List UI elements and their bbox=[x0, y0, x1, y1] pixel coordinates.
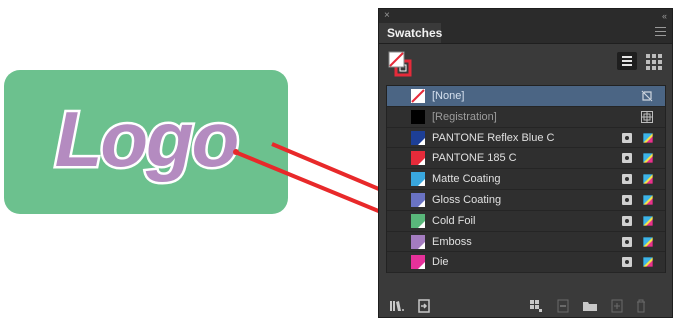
spot-icon bbox=[622, 132, 632, 143]
spot-corner-mark bbox=[418, 158, 425, 166]
place-swatches-icon[interactable] bbox=[417, 299, 431, 313]
swatch-color-chip bbox=[411, 89, 425, 103]
panel-menu-icon[interactable] bbox=[655, 27, 666, 37]
swatch-name: [None] bbox=[432, 90, 465, 102]
logo-card: Logo bbox=[4, 70, 288, 214]
swatch-libraries-icon[interactable] bbox=[389, 299, 405, 313]
swatch-name: Matte Coating bbox=[432, 173, 501, 186]
delete-swatch-icon[interactable] bbox=[635, 299, 647, 313]
list-view-icon[interactable] bbox=[617, 52, 637, 70]
swatch-row[interactable]: Cold Foil bbox=[387, 211, 665, 232]
swatch-color-chip bbox=[411, 255, 425, 270]
logo-text: Logo bbox=[55, 95, 238, 183]
spot-corner-mark bbox=[418, 262, 425, 270]
swatch-options-icon[interactable] bbox=[557, 299, 569, 313]
thumbnail-view-icon[interactable] bbox=[645, 52, 663, 70]
swatch-name: [Registration] bbox=[432, 110, 497, 123]
swatch-row[interactable]: [Registration] bbox=[387, 107, 665, 128]
swatch-name: Emboss bbox=[432, 235, 472, 248]
swatch-row[interactable]: PANTONE Reflex Blue C bbox=[387, 128, 665, 149]
cmyk-icon bbox=[642, 215, 654, 227]
swatch-row[interactable]: Gloss Coating bbox=[387, 190, 665, 211]
spot-corner-mark bbox=[418, 179, 425, 187]
cmyk-icon bbox=[642, 132, 654, 143]
panel-title-bar[interactable]: × ‹‹ bbox=[379, 9, 672, 23]
tab-swatches[interactable]: Swatches bbox=[379, 23, 442, 43]
swatch-color-chip bbox=[411, 109, 425, 124]
spot-corner-mark bbox=[418, 241, 425, 249]
swatch-name: Cold Foil bbox=[432, 214, 476, 227]
swatch-color-chip bbox=[411, 172, 425, 187]
logo-artwork: Logo bbox=[52, 93, 242, 186]
cmyk-icon bbox=[642, 153, 654, 164]
panel-footer bbox=[379, 293, 672, 319]
cmyk-icon bbox=[642, 257, 654, 268]
fill-stroke-indicator-icon[interactable] bbox=[388, 51, 412, 77]
panel-tab-bar: Swatches bbox=[379, 23, 672, 44]
cmyk-icon bbox=[642, 194, 654, 206]
swatch-row[interactable]: PANTONE 185 C bbox=[387, 148, 665, 170]
swatch-row[interactable]: Emboss bbox=[387, 232, 665, 253]
spot-icon bbox=[622, 236, 632, 247]
spot-corner-mark bbox=[418, 220, 425, 228]
swatch-name: Gloss Coating bbox=[432, 193, 502, 206]
swatch-list: [None] [Registration] PANTONE Reflex Blue … bbox=[386, 85, 666, 274]
swatch-row[interactable]: Matte Coating bbox=[387, 169, 665, 190]
swatch-color-chip bbox=[411, 234, 425, 249]
swatch-color-chip bbox=[411, 130, 425, 145]
no-print-icon bbox=[641, 90, 653, 102]
spot-icon bbox=[622, 257, 632, 268]
swatch-color-chip bbox=[411, 192, 425, 207]
cmyk-icon bbox=[642, 236, 654, 247]
new-color-group-icon[interactable] bbox=[529, 299, 543, 313]
swatch-color-chip bbox=[411, 151, 425, 166]
swatches-panel: × ‹‹ Swatches [None] [Registration] PANTON… bbox=[378, 8, 673, 318]
spot-icon bbox=[622, 153, 632, 164]
spot-icon bbox=[622, 215, 632, 226]
spot-corner-mark bbox=[418, 199, 425, 207]
new-folder-icon[interactable] bbox=[582, 299, 598, 313]
swatch-color-chip bbox=[411, 213, 425, 228]
spot-icon bbox=[622, 174, 632, 185]
swatch-name: PANTONE 185 C bbox=[432, 152, 517, 165]
spot-corner-mark bbox=[418, 137, 425, 145]
swatch-name: PANTONE Reflex Blue C bbox=[432, 131, 555, 144]
registration-icon bbox=[641, 110, 653, 123]
swatch-name: Die bbox=[432, 256, 449, 269]
spot-icon bbox=[622, 194, 632, 205]
cmyk-icon bbox=[642, 173, 654, 185]
swatch-row[interactable]: Die bbox=[387, 252, 665, 274]
collapse-panel-icon[interactable]: ‹‹ bbox=[662, 10, 667, 22]
new-swatch-icon[interactable] bbox=[611, 299, 623, 313]
swatch-row[interactable]: [None] bbox=[387, 86, 665, 107]
close-icon[interactable]: × bbox=[384, 10, 390, 22]
